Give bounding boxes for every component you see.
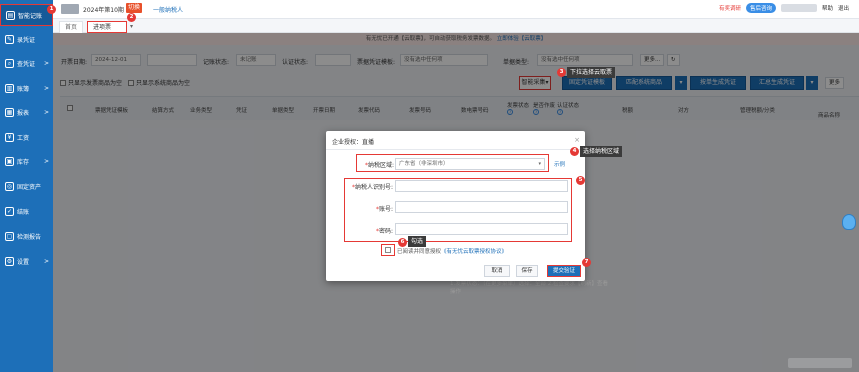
blurred-footer [788, 358, 852, 368]
label-text: 纳税人识别号: [354, 184, 393, 191]
sidebar-item-salary[interactable]: ¥ 工资 [0, 126, 53, 148]
annotation-badge-5: 5 [576, 176, 585, 185]
sidebar-item-closing[interactable]: ✓ 结账 [0, 200, 53, 222]
taxpayer-type-link[interactable]: 一般纳税人 [153, 5, 183, 14]
sidebar-item-reports[interactable]: ▦ 报表 > [0, 101, 53, 123]
chevron-down-icon[interactable]: ▾ [130, 23, 133, 30]
sidebar-item-search-voucher[interactable]: ⌕ 查凭证 > [0, 52, 53, 74]
switch-period-button[interactable]: 切换 [126, 3, 143, 13]
annotation-badge-7: 7 [582, 258, 591, 267]
chevron-right-icon: > [43, 59, 49, 67]
annotation-callout-4: 选择纳税区域 [580, 146, 623, 157]
sidebar-item-label: 固定资产 [17, 183, 42, 191]
period-label: 2024年第10期 [83, 7, 124, 14]
help-link[interactable]: 帮助 [822, 4, 833, 12]
annotation-badge-3: 3 [557, 68, 566, 77]
tab-label: 进项票 [93, 24, 112, 31]
chevron-down-icon: ▾ [538, 161, 541, 167]
taxid-input[interactable] [395, 180, 568, 192]
password-input[interactable] [395, 223, 568, 235]
submit-verify-button[interactable]: 提交验证 [547, 265, 581, 277]
sidebar-item-inspection[interactable]: ▢ 检测报告 [0, 225, 53, 247]
region-value: 广东省（非深圳市） [399, 161, 449, 167]
account-label: *账号: [375, 206, 393, 213]
taxid-label: *纳税人识别号: [351, 184, 393, 191]
sidebar-item-label: 账簿 [17, 85, 30, 93]
logout-link[interactable]: 退出 [838, 4, 849, 12]
sidebar-item-inventory[interactable]: ▣ 库存 > [0, 150, 53, 172]
support-button[interactable]: 售后咨询 [745, 3, 776, 13]
check-icon: ✓ [5, 206, 14, 216]
agree-label: 已阅读并同意授权 [397, 249, 442, 255]
sidebar-item-smart-bookkeeping[interactable]: ▤ 智能记账 [0, 4, 53, 26]
sidebar-item-label: 报表 [17, 109, 30, 117]
sidebar-item-label: 设置 [17, 258, 30, 266]
sidebar-item-label: 检测报告 [17, 233, 42, 241]
label-text: 纳税区域: [367, 162, 394, 169]
agree-text: 已阅读并同意授权《有无忧云取票授权协议》 [397, 247, 507, 255]
annotation-badge-6: 6 [398, 238, 407, 247]
authorization-dialog: 企业授权：直播 × *纳税区域: 广东省（非深圳市） ▾ 示例 *纳税人识别号:… [326, 131, 585, 281]
sidebar-item-label: 库存 [17, 158, 30, 166]
asset-icon: ◎ [5, 181, 14, 191]
annotation-badge-2: 2 [127, 13, 136, 22]
gear-icon: ⚙ [5, 256, 14, 266]
book-icon: ▥ [5, 83, 14, 93]
sidebar-item-label: 查凭证 [17, 60, 36, 68]
sidebar-item-fixed-assets[interactable]: ◎ 固定资产 [0, 175, 53, 197]
sidebar-item-label: 工资 [17, 134, 30, 142]
chevron-right-icon: > [43, 157, 49, 165]
sidebar: ▤ 智能记账 ✎ 录凭证 ⌕ 查凭证 > ▥ 账簿 > ▦ 报表 > ¥ 工资 … [0, 0, 53, 372]
agree-checkbox[interactable] [385, 247, 391, 253]
password-label: *密码: [375, 228, 393, 235]
top-bar: 2024年第10期 切换 一般纳税人 有奖调研 售后咨询 帮助 退出 [53, 0, 859, 19]
chevron-right-icon: > [43, 257, 49, 265]
sidebar-item-label: 结账 [17, 208, 30, 216]
ledger-icon: ▤ [6, 10, 15, 20]
tab-input-invoice[interactable]: 进项票 × [87, 21, 127, 43]
region-select[interactable]: 广东省（非深圳市） ▾ [395, 158, 545, 170]
agreement-link[interactable]: 《有无忧云取票授权协议》 [441, 249, 507, 255]
save-button[interactable]: 保存 [516, 265, 538, 277]
company-logo [61, 4, 79, 14]
account-input[interactable] [395, 201, 568, 213]
annotation-callout-3: 下拉选择云取票 [567, 67, 616, 78]
user-info [780, 4, 817, 12]
background-note-text: 1.发票状态：（在更多菜单）选择：全部 2.检查要求【刷新】查看操作 [450, 281, 608, 295]
region-example-link[interactable]: 示例 [554, 160, 565, 168]
salary-icon: ¥ [5, 132, 14, 142]
background-note: 1.发票状态：（在更多菜单）选择：全部 2.检查要求【刷新】查看操作 [450, 280, 610, 296]
search-icon: ⌕ [5, 58, 14, 68]
sidebar-item-enter-voucher[interactable]: ✎ 录凭证 [0, 28, 53, 50]
annotation-badge-1: 1 [47, 5, 56, 14]
label-text: 账号: [378, 206, 393, 213]
divider [326, 149, 585, 150]
cancel-button[interactable]: 取消 [484, 265, 510, 277]
survey-link[interactable]: 有奖调研 [719, 4, 741, 12]
assistant-mascot-icon[interactable] [842, 214, 856, 230]
chevron-right-icon: > [43, 108, 49, 116]
sidebar-item-label: 录凭证 [17, 36, 36, 44]
dialog-title: 企业授权：直播 [332, 139, 375, 146]
sidebar-item-books[interactable]: ▥ 账簿 > [0, 77, 53, 99]
tab-bar: 首页 进项票 × ▾ [53, 19, 859, 43]
chevron-right-icon: > [43, 84, 49, 92]
inventory-icon: ▣ [5, 156, 14, 166]
annotation-callout-6: 勾选 [408, 236, 427, 247]
sidebar-item-label: 智能记账 [18, 12, 43, 20]
close-icon[interactable]: × [574, 136, 580, 144]
sidebar-item-settings[interactable]: ⚙ 设置 > [0, 250, 53, 272]
annotation-badge-4: 4 [570, 147, 579, 156]
edit-icon: ✎ [5, 34, 14, 44]
label-text: 密码: [378, 228, 393, 235]
region-label: *纳税区域: [364, 162, 394, 169]
top-right-links: 有奖调研 售后咨询 帮助 退出 [719, 3, 849, 13]
inspect-icon: ▢ [5, 231, 14, 241]
report-icon: ▦ [5, 107, 14, 117]
tab-home[interactable]: 首页 [59, 21, 84, 33]
